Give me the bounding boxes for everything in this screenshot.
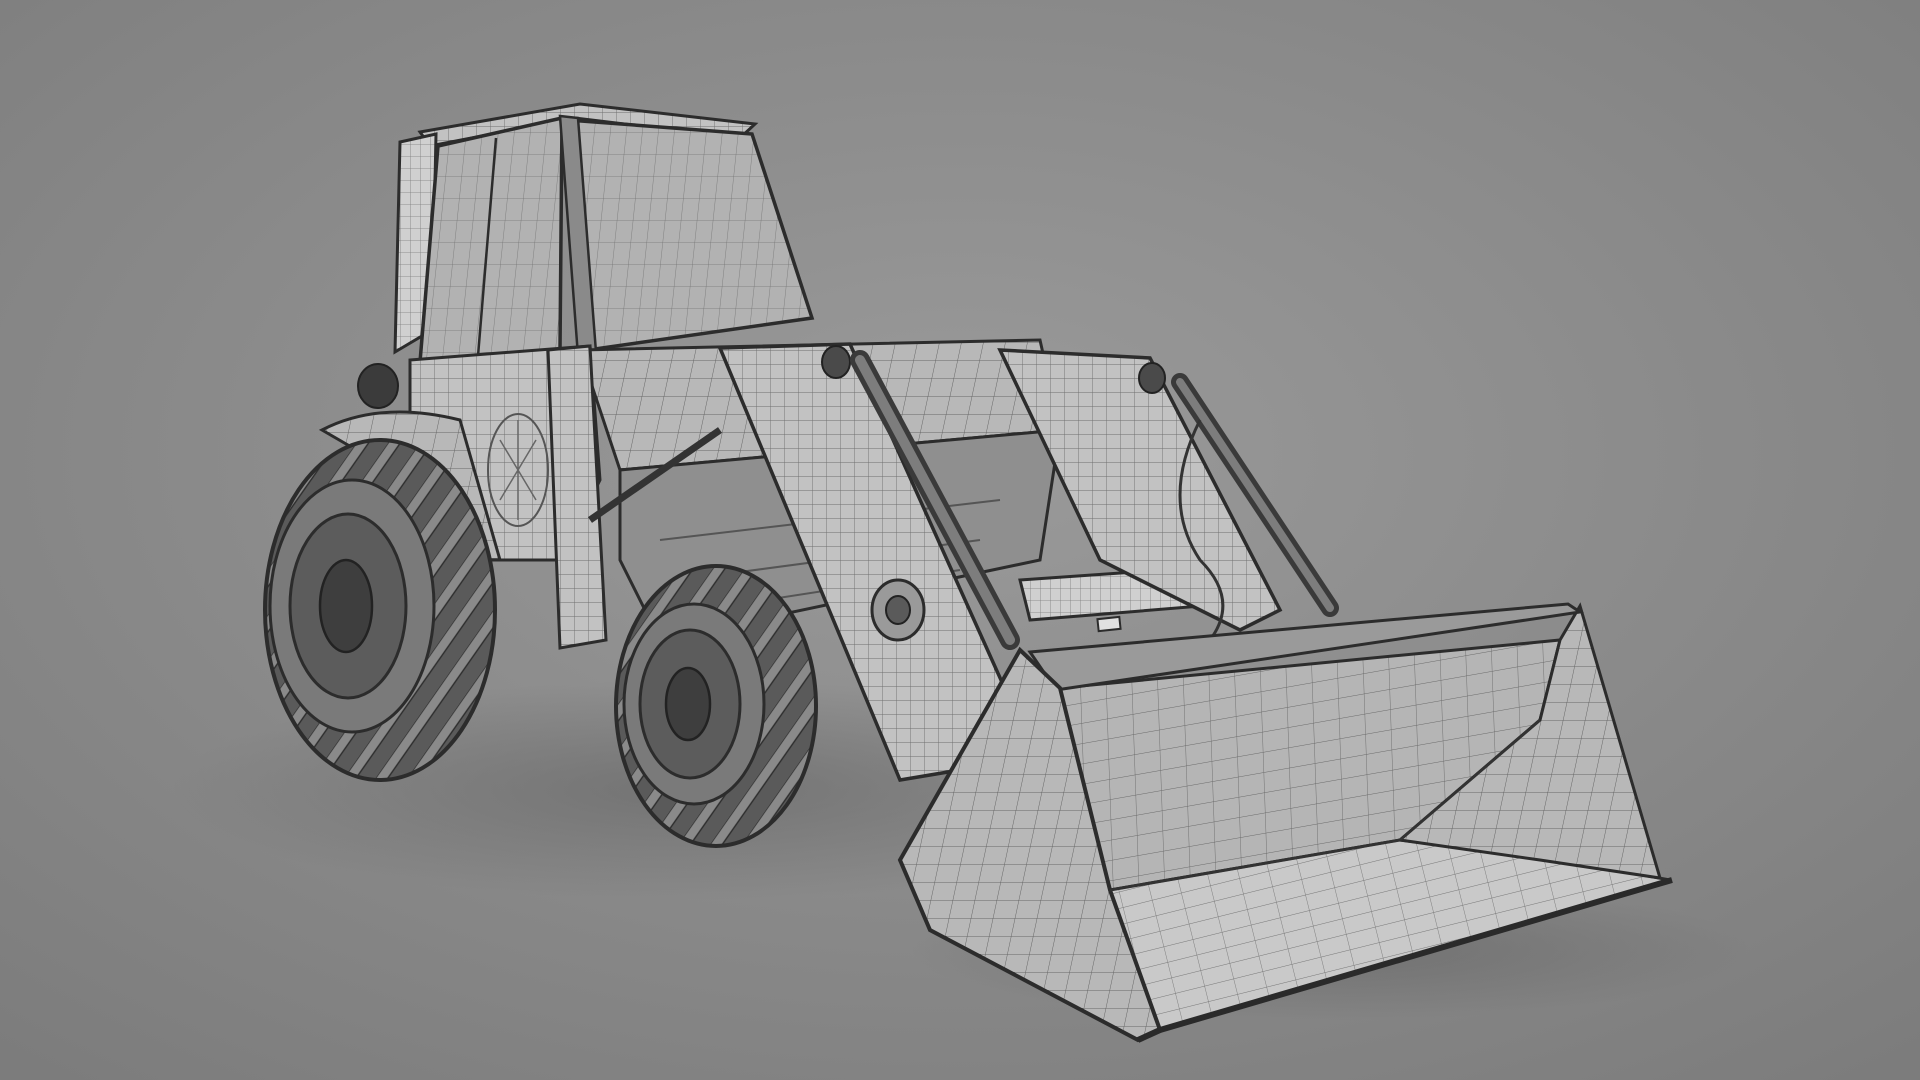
- arm-pivot-left: [821, 345, 851, 379]
- tractor-render: [0, 0, 1920, 1080]
- side-mirror: [357, 363, 399, 409]
- front-wheel: [614, 564, 818, 848]
- arm-pivot-right: [1138, 362, 1166, 394]
- front-hub: [664, 666, 712, 742]
- rear-hub: [318, 558, 374, 654]
- render-viewport: [0, 0, 1920, 1080]
- cab-side-window: [418, 115, 564, 364]
- rear-wheel: [263, 438, 497, 782]
- bucket-clip: [1096, 615, 1122, 633]
